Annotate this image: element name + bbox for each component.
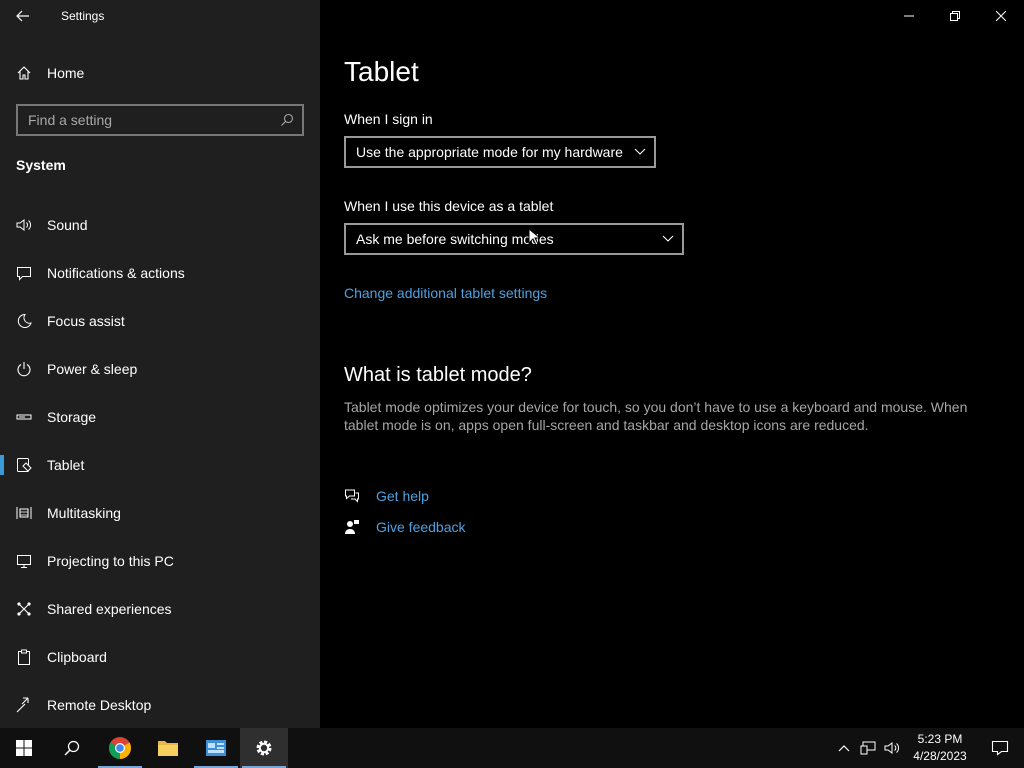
moon-icon <box>16 313 32 329</box>
sidebar-item-multitasking[interactable]: Multitasking <box>0 489 320 537</box>
chevron-down-icon <box>634 148 646 155</box>
search-box[interactable] <box>16 104 304 136</box>
taskbar-clock[interactable]: 5:23 PM 4/28/2023 <box>904 731 976 765</box>
search-icon <box>64 740 80 756</box>
feedback-icon <box>345 520 359 534</box>
sidebar-item-label: Multitasking <box>47 505 121 521</box>
back-arrow-icon <box>16 10 29 22</box>
clipboard-icon <box>16 649 32 665</box>
file-explorer-taskbar-button[interactable] <box>144 728 192 768</box>
clock-time: 5:23 PM <box>917 732 963 746</box>
clock-date: 4/28/2023 <box>913 749 967 763</box>
chrome-icon <box>109 737 131 759</box>
shared-icon <box>16 601 32 617</box>
sidebar: Settings Home System Sound Notifications… <box>0 0 320 728</box>
help-chat-icon <box>345 489 359 503</box>
network-icon <box>860 741 876 755</box>
close-button[interactable] <box>978 0 1024 32</box>
chrome-taskbar-button[interactable] <box>96 728 144 768</box>
home-label: Home <box>47 65 85 81</box>
chevron-down-icon <box>662 235 674 242</box>
network-button[interactable] <box>856 728 880 768</box>
signin-mode-value: Use the appropriate mode for my hardware <box>356 144 623 160</box>
system-tray: 5:23 PM 4/28/2023 <box>832 728 1024 768</box>
start-button[interactable] <box>0 728 48 768</box>
search-icon <box>281 113 294 126</box>
search-input[interactable] <box>28 112 280 128</box>
signin-label: When I sign in <box>344 111 433 127</box>
give-feedback-row[interactable]: Give feedback <box>344 519 466 535</box>
volume-button[interactable] <box>880 728 904 768</box>
search-taskbar-button[interactable] <box>48 728 96 768</box>
home-icon <box>17 66 31 80</box>
control-panel-icon <box>206 740 226 756</box>
sidebar-item-label: Remote Desktop <box>47 697 152 713</box>
restore-button[interactable] <box>932 0 978 32</box>
show-hidden-icons-button[interactable] <box>832 728 856 768</box>
sidebar-item-label: Notifications & actions <box>47 265 185 281</box>
sidebar-item-label: Clipboard <box>47 649 107 665</box>
signin-mode-dropdown[interactable]: Use the appropriate mode for my hardware <box>344 136 656 168</box>
sidebar-item-power-sleep[interactable]: Power & sleep <box>0 345 320 393</box>
settings-taskbar-button[interactable] <box>240 728 288 768</box>
control-panel-taskbar-button[interactable] <box>192 728 240 768</box>
taskbar: 5:23 PM 4/28/2023 <box>0 728 1024 768</box>
sidebar-item-projecting[interactable]: Projecting to this PC <box>0 537 320 585</box>
folder-icon <box>158 741 178 756</box>
sidebar-item-label: Tablet <box>47 457 85 473</box>
gear-icon <box>256 740 272 756</box>
notification-icon <box>991 740 1009 756</box>
sidebar-item-label: Power & sleep <box>47 361 138 377</box>
tablet-switch-dropdown[interactable]: Ask me before switching modes <box>344 223 684 255</box>
sidebar-item-label: Storage <box>47 409 97 425</box>
message-icon <box>16 265 32 281</box>
what-is-tablet-mode-heading: What is tablet mode? <box>344 364 532 386</box>
speaker-icon <box>16 217 32 233</box>
tablet-switch-value: Ask me before switching modes <box>356 231 554 247</box>
sidebar-item-tablet[interactable]: Tablet <box>0 441 320 489</box>
remote-desktop-icon <box>16 697 32 713</box>
action-center-button[interactable] <box>976 728 1024 768</box>
projecting-icon <box>16 553 32 569</box>
storage-icon <box>16 409 32 425</box>
change-additional-settings-link[interactable]: Change additional tablet settings <box>344 285 547 301</box>
nav-list: Sound Notifications & actions Focus assi… <box>0 201 320 729</box>
sidebar-item-label: Focus assist <box>47 313 125 329</box>
sidebar-item-clipboard[interactable]: Clipboard <box>0 633 320 681</box>
tablet-icon <box>16 457 32 473</box>
restore-icon <box>950 11 960 21</box>
sidebar-item-focus-assist[interactable]: Focus assist <box>0 297 320 345</box>
minimize-icon <box>904 15 914 17</box>
give-feedback-link[interactable]: Give feedback <box>376 519 466 535</box>
title-bar: Settings <box>0 0 320 32</box>
minimize-button[interactable] <box>886 0 932 32</box>
sidebar-item-label: Projecting to this PC <box>47 553 174 569</box>
windows-logo-icon <box>16 740 32 756</box>
sidebar-item-label: Shared experiences <box>47 601 172 617</box>
tablet-mode-description: Tablet mode optimizes your device for to… <box>344 399 968 433</box>
close-icon <box>996 11 1006 21</box>
sidebar-item-shared-experiences[interactable]: Shared experiences <box>0 585 320 633</box>
sidebar-item-storage[interactable]: Storage <box>0 393 320 441</box>
app-title: Settings <box>61 9 105 23</box>
multitasking-icon <box>16 505 32 521</box>
volume-icon <box>884 742 899 754</box>
main-content: Tablet When I sign in Use the appropriat… <box>320 0 1024 728</box>
mouse-cursor-icon <box>528 228 540 246</box>
back-button[interactable] <box>0 0 46 32</box>
get-help-row[interactable]: Get help <box>344 488 429 504</box>
tablet-use-label: When I use this device as a tablet <box>344 198 554 214</box>
sidebar-item-label: Sound <box>47 217 88 233</box>
chevron-up-icon <box>838 745 850 752</box>
window-controls <box>886 0 1024 32</box>
home-nav-item[interactable]: Home <box>0 56 320 90</box>
power-icon <box>16 361 32 377</box>
get-help-link[interactable]: Get help <box>376 488 429 504</box>
section-title: System <box>16 157 66 173</box>
sidebar-item-remote-desktop[interactable]: Remote Desktop <box>0 681 320 729</box>
sidebar-item-sound[interactable]: Sound <box>0 201 320 249</box>
sidebar-item-notifications[interactable]: Notifications & actions <box>0 249 320 297</box>
page-title: Tablet <box>344 56 419 87</box>
